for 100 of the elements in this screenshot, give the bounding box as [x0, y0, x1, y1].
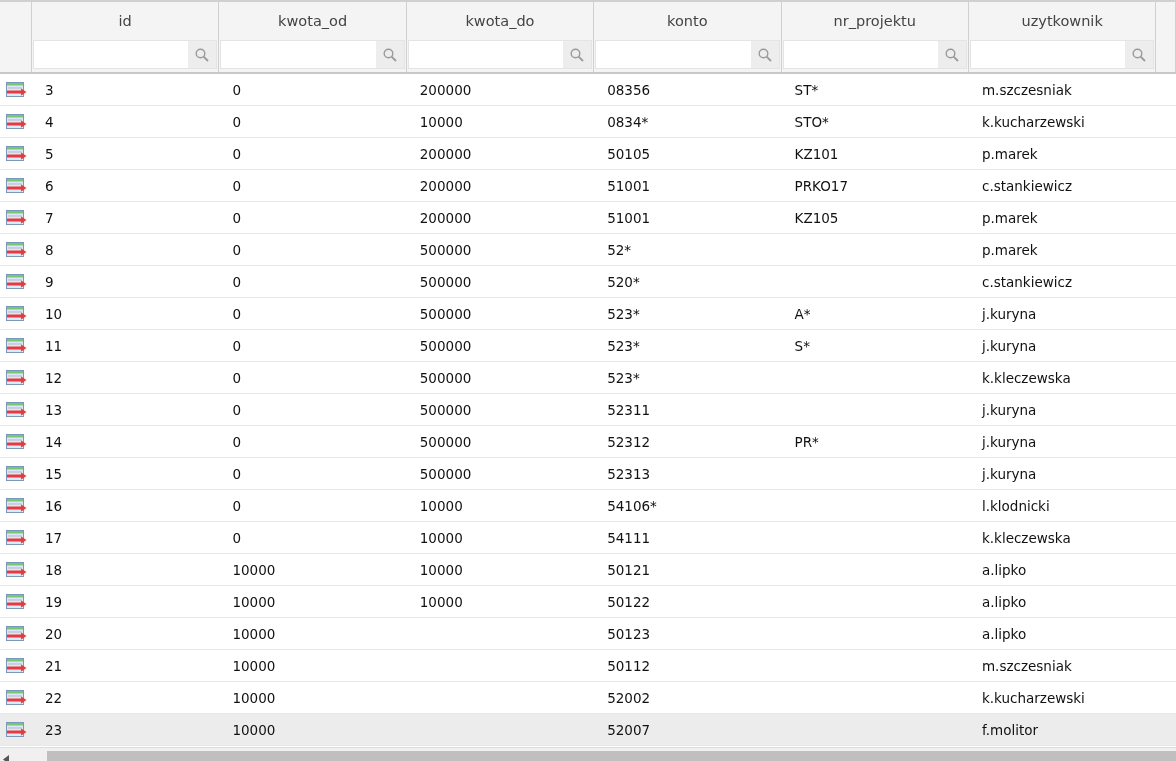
table-cell: j.kuryna — [981, 465, 1037, 482]
table-cell: 08356 — [607, 81, 651, 98]
filter-field[interactable] — [782, 40, 967, 69]
table-cell: 10000 — [419, 561, 463, 578]
table-cell: 500000 — [419, 305, 472, 322]
filter-field[interactable] — [595, 40, 780, 69]
table-row[interactable]: 3 0 200000 08356 ST* m.szczesniak — [0, 74, 1176, 106]
table-cell: 0 — [232, 241, 241, 258]
table-cell: S* — [794, 337, 810, 354]
table-row[interactable]: 17 0 10000 54111 k.kleczewska — [0, 522, 1176, 554]
column-header[interactable]: kwota_do — [406, 2, 594, 40]
table-cell: 17 — [45, 529, 63, 546]
table-cell: l.klodnicki — [981, 497, 1050, 514]
table-row[interactable]: 18 10000 10000 50121 a.lipko — [0, 554, 1176, 586]
search-icon[interactable] — [757, 47, 772, 62]
search-icon[interactable] — [382, 47, 397, 62]
table-cell: 0 — [232, 465, 241, 482]
column-header[interactable]: konto — [594, 2, 781, 40]
column-header[interactable]: kwota_od — [219, 2, 406, 40]
table-cell: 13 — [45, 401, 63, 418]
table-cell: a.lipko — [981, 593, 1027, 610]
filter-field[interactable] — [969, 40, 1155, 69]
table-cell: 500000 — [419, 241, 472, 258]
table-cell: 10000 — [232, 561, 276, 578]
table-cell: j.kuryna — [981, 337, 1037, 354]
table-cell: STO* — [794, 113, 829, 130]
table-cell: 523* — [607, 369, 640, 386]
table-cell: 500000 — [419, 401, 472, 418]
table-cell: 10000 — [419, 529, 463, 546]
table-cell: 5 — [45, 145, 54, 162]
table-cell: 0 — [232, 497, 241, 514]
table-row[interactable]: 15 0 500000 52313 j.kuryna — [0, 458, 1176, 490]
search-icon[interactable] — [195, 47, 210, 62]
table-cell: 50105 — [607, 145, 651, 162]
search-icon[interactable] — [1132, 47, 1147, 62]
table-row[interactable]: 12 0 500000 523* k.kleczewska — [0, 362, 1176, 394]
table-cell: 3 — [45, 81, 54, 98]
filter-field[interactable] — [220, 40, 405, 69]
table-row[interactable]: 23 10000 52007 f.molitor — [0, 714, 1176, 746]
table-cell: 10000 — [232, 721, 276, 738]
table-cell: 16 — [45, 497, 63, 514]
table-row[interactable]: 20 10000 50123 a.lipko — [0, 618, 1176, 650]
table-cell: k.kucharzewski — [981, 113, 1085, 130]
table-cell: 523* — [607, 337, 640, 354]
table-cell: k.kucharzewski — [981, 689, 1085, 706]
table-cell: 50112 — [607, 657, 651, 674]
table-cell: 15 — [45, 465, 63, 482]
table-cell: 0 — [232, 401, 241, 418]
column-header[interactable]: uzytkownik — [968, 2, 1156, 40]
table-row[interactable]: 16 0 10000 54106* l.klodnicki — [0, 490, 1176, 522]
table-cell: 8 — [45, 241, 54, 258]
table-cell: 21 — [45, 657, 63, 674]
table-row[interactable]: 10 0 500000 523* A* j.kuryna — [0, 298, 1176, 330]
table-cell: 0 — [232, 337, 241, 354]
table-cell: m.szczesniak — [981, 657, 1072, 674]
table-row[interactable]: 5 0 200000 50105 KZ101 p.marek — [0, 138, 1176, 170]
table-cell: m.szczesniak — [981, 81, 1072, 98]
table-cell: 10000 — [419, 593, 463, 610]
table-cell: 500000 — [419, 465, 472, 482]
table-cell: ST* — [794, 81, 819, 98]
table-cell: 10000 — [232, 657, 276, 674]
table-cell: 10000 — [232, 593, 276, 610]
table-cell: 18 — [45, 561, 63, 578]
table-row[interactable]: 9 0 500000 520* c.stankiewicz — [0, 266, 1176, 298]
table-cell: 200000 — [419, 177, 472, 194]
table-cell: 0 — [232, 81, 241, 98]
table-cell: 11 — [45, 337, 63, 354]
table-row[interactable]: 19 10000 10000 50122 a.lipko — [0, 586, 1176, 618]
table-row[interactable]: 13 0 500000 52311 j.kuryna — [0, 394, 1176, 426]
table-cell: 22 — [45, 689, 63, 706]
table-cell: PR* — [794, 433, 819, 450]
table-row[interactable]: 4 0 10000 0834* STO* k.kucharzewski — [0, 106, 1176, 138]
search-icon[interactable] — [570, 47, 585, 62]
table-cell: p.marek — [981, 145, 1038, 162]
search-icon[interactable] — [944, 47, 959, 62]
table-cell: 10000 — [232, 689, 276, 706]
table-row[interactable]: 8 0 500000 52* p.marek — [0, 234, 1176, 266]
filter-field[interactable] — [33, 40, 218, 69]
table-cell: 4 — [45, 113, 54, 130]
filter-field[interactable] — [407, 40, 593, 69]
table-cell: 51001 — [607, 209, 651, 226]
table-cell: p.marek — [981, 241, 1038, 258]
table-cell: 52313 — [607, 465, 651, 482]
table-cell: a.lipko — [981, 625, 1027, 642]
table-cell: 520* — [607, 273, 640, 290]
column-header[interactable]: nr_projektu — [781, 2, 968, 40]
table-cell: j.kuryna — [981, 433, 1037, 450]
column-header[interactable]: id — [32, 2, 219, 40]
table-cell: 9 — [45, 273, 54, 290]
table-row[interactable]: 7 0 200000 51001 KZ105 p.marek — [0, 202, 1176, 234]
table-row[interactable]: 11 0 500000 523* S* j.kuryna — [0, 330, 1176, 362]
table-cell: KZ105 — [794, 209, 839, 226]
table-cell: 20 — [45, 625, 63, 642]
table-row[interactable]: 6 0 200000 51001 PRKO17 c.stankiewicz — [0, 170, 1176, 202]
table-cell: a.lipko — [981, 561, 1027, 578]
table-row[interactable]: 14 0 500000 52312 PR* j.kuryna — [0, 426, 1176, 458]
table-cell: c.stankiewicz — [981, 177, 1072, 194]
table-cell: 10000 — [419, 113, 463, 130]
scroll-left-icon[interactable] — [3, 754, 9, 761]
table-row[interactable]: 21 10000 50112 m.szczesniak — [0, 650, 1176, 682]
